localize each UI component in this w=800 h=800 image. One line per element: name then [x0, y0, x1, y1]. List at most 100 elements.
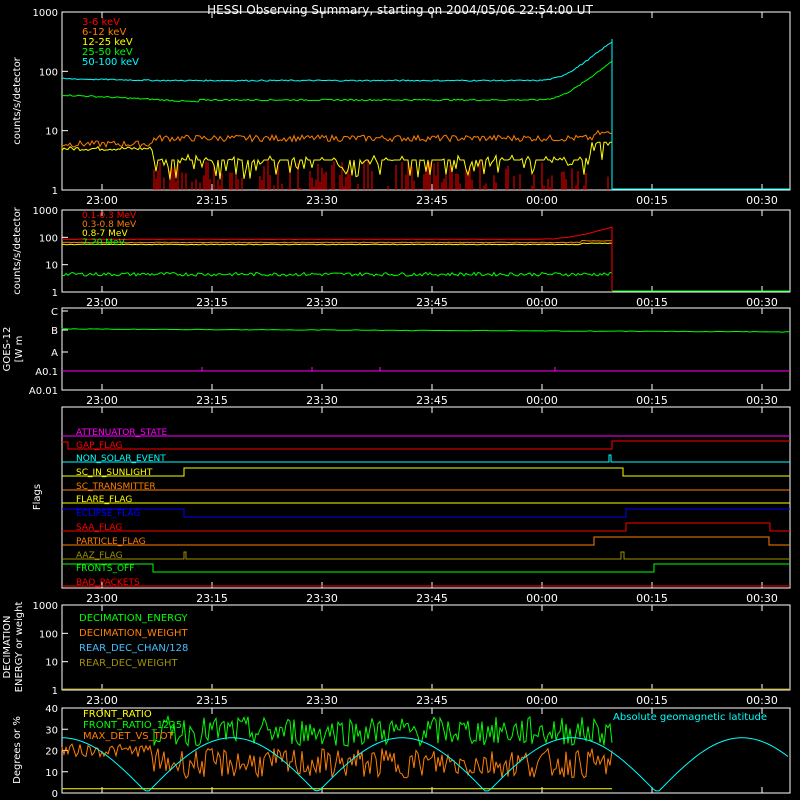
flag-label-SC_TRANSMITTER: SC_TRANSMITTER [76, 482, 156, 492]
flag-label-ECLIPSE_FLAG: ECLIPSE_FLAG [76, 509, 140, 519]
legend-REAR_DEC_CHAN/128: REAR_DEC_CHAN/128 [79, 643, 188, 654]
y-tick-label: 1000 [33, 601, 58, 612]
line-25-50kev [62, 60, 613, 103]
x-tick-label: 23:00 [86, 296, 118, 309]
legend-FRONT_RATIO: FRONT_RATIO [83, 709, 152, 720]
y-tick-label: 10 [45, 768, 58, 779]
y-tick-label: 1000 [33, 206, 58, 217]
y-tick-label: A0.01 [29, 386, 58, 397]
x-tick-label: 00:15 [636, 194, 668, 207]
x-tick-label: 23:30 [306, 694, 338, 707]
x-tick-label: 00:15 [636, 296, 668, 309]
x-tick-label: 23:00 [86, 394, 118, 407]
y-tick-label: 100 [39, 233, 58, 244]
x-tick-label: 23:45 [416, 592, 448, 605]
y-axis-label: ENERGY or weight [14, 602, 25, 693]
flag-label-BAD_PACKETS: BAD_PACKETS [76, 578, 140, 588]
x-tick-label: 23:00 [86, 592, 118, 605]
y-tick-label: 1 [52, 186, 58, 197]
y-tick-label: 40 [45, 704, 58, 715]
flag-label-SAA_FLAG: SAA_FLAG [76, 523, 122, 533]
line-0.8-7mev [61, 242, 613, 246]
x-tick-label: 00:00 [526, 296, 558, 309]
x-tick-label: 00:30 [746, 592, 778, 605]
x-tick-label: 23:30 [306, 592, 338, 605]
line-geomagnetic-latitude [62, 737, 789, 792]
flag-label-PARTICLE_FLAG: PARTICLE_FLAG [76, 537, 146, 547]
flag-trace-GAP_FLAG [62, 440, 790, 450]
x-tick-label: 00:00 [526, 694, 558, 707]
flag-label-NON_SOLAR_EVENT: NON_SOLAR_EVENT [76, 454, 166, 464]
x-tick-label: 00:15 [636, 592, 668, 605]
flag-trace-AAZ_FLAG [62, 551, 790, 560]
legend-MAX_DET_VS_TOT: MAX_DET_VS_TOT [83, 731, 175, 742]
x-tick-label: 00:30 [746, 296, 778, 309]
x-tick-label: 00:00 [526, 194, 558, 207]
y-axis-label: Flags [32, 484, 43, 510]
y-axis-label: [W m [14, 336, 25, 363]
panel-ratios: 0 10 20 30 40 Degrees or % FRONT_RATIOFRONT_RA… [12, 704, 791, 800]
y-tick-label: 100 [39, 629, 58, 640]
y-tick-label: 1000 [33, 8, 58, 19]
flag-label-GAP_FLAG: GAP_FLAG [76, 441, 122, 451]
x-tick-label: 00:30 [746, 394, 778, 407]
panel-frame [61, 307, 791, 391]
flag-trace-ECLIPSE_FLAG [62, 508, 790, 518]
legend-FRONT_RATIO_1225: FRONT_RATIO_1225 [83, 720, 182, 731]
line-0.1-0.3mev [61, 226, 613, 241]
y-tick-label: 0 [52, 789, 58, 800]
line-50-100kev [61, 41, 613, 82]
x-tick-label: 00:15 [636, 394, 668, 407]
y-tick-label: A [51, 348, 58, 359]
y-tick-label: 1 [52, 288, 58, 299]
panel-flags: 23:00 23:15 23:30 23:45 00:00 00:15 00:30 Flags… [32, 406, 791, 605]
flag-trace-SAA_FLAG [62, 522, 790, 532]
x-tick-label: 23:15 [196, 694, 228, 707]
x-tick-label: 00:00 [526, 592, 558, 605]
line-7-20mev [61, 271, 613, 277]
y-axis-label: GOES-12 [2, 327, 13, 372]
x-tick-label: 23:45 [416, 394, 448, 407]
panel-decimation: 23:00 23:15 23:30 23:45 00:00 00:15 00:30 1 10 10… [2, 601, 791, 707]
x-tick-label: 00:00 [526, 394, 558, 407]
x-tick-label: 23:30 [306, 394, 338, 407]
x-tick-label: 23:15 [196, 394, 228, 407]
x-tick-label: 23:45 [416, 296, 448, 309]
y-tick-label: 10 [45, 658, 58, 669]
x-tick-label: 23:15 [196, 592, 228, 605]
y-axis-label: DECIMATION [2, 615, 13, 678]
panel-low_energy: 23:00 23:15 23:30 23:45 00:00 00:15 00:30 1 10 10… [12, 8, 791, 207]
x-tick-label: 00:30 [746, 194, 778, 207]
x-tick-label: 23:45 [416, 694, 448, 707]
line-0.3-0.8mev [62, 240, 613, 244]
y-axis-label: counts/s/detector [12, 56, 23, 144]
y-axis-label: counts/s/detector [12, 206, 23, 294]
panel-frame [61, 406, 791, 589]
chart-title: HESSI Observing Summary, starting on 200… [207, 3, 593, 17]
goes-long [61, 328, 791, 333]
flag-trace-FRONTS_OFF [62, 563, 790, 573]
y-tick-label: 30 [45, 725, 58, 736]
flag-label-AAZ_FLAG: AAZ_FLAG [76, 551, 123, 561]
line-12-25kev [61, 141, 612, 180]
y-tick-label: 10 [45, 127, 58, 138]
legend-Absolute geomagnetic latitude: Absolute geomagnetic latitude [613, 712, 767, 723]
panel-goes: 23:00 23:15 23:30 23:45 00:00 00:15 00:30 A0.01… [2, 307, 791, 407]
legend-REAR_DEC_WEIGHT: REAR_DEC_WEIGHT [79, 658, 178, 669]
x-tick-label: 23:30 [306, 296, 338, 309]
x-tick-label: 23:30 [306, 194, 338, 207]
legend-DECIMATION_WEIGHT: DECIMATION_WEIGHT [79, 628, 188, 639]
flag-trace-NON_SOLAR_EVENT [62, 454, 790, 463]
y-tick-label: 20 [45, 747, 58, 758]
y-tick-label: A0.1 [35, 367, 58, 378]
flag-label-FRONTS_OFF: FRONTS_OFF [76, 564, 134, 574]
y-tick-label: 1 [52, 686, 58, 697]
y-tick-label: C [51, 307, 58, 318]
legend-50-100 keV: 50-100 keV [82, 57, 139, 68]
y-tick-label: 10 [45, 261, 58, 272]
y-tick-label: 100 [39, 67, 58, 78]
x-tick-label: 23:00 [86, 694, 118, 707]
y-tick-label: B [51, 326, 58, 337]
x-tick-label: 23:00 [86, 194, 118, 207]
x-tick-label: 23:15 [196, 194, 228, 207]
